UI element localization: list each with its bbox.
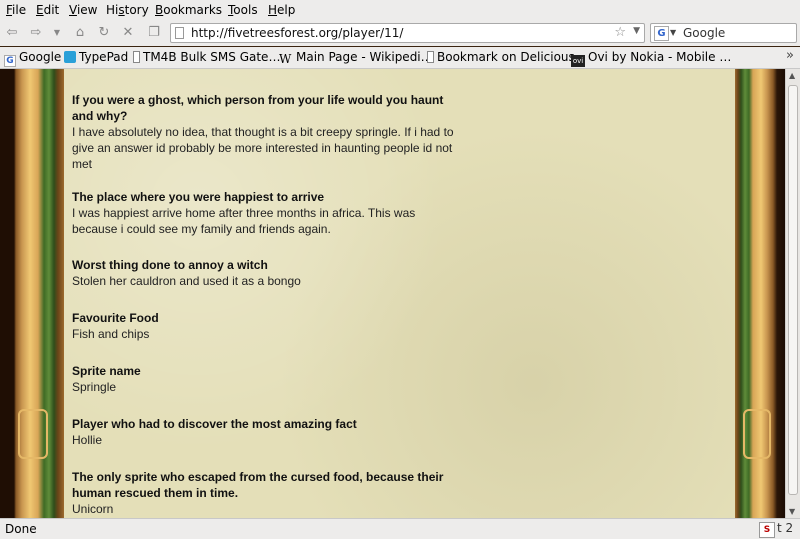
twitter-icon-badge[interactable]: t 2 (777, 521, 793, 535)
decorative-frame-right (735, 69, 785, 518)
reload-icon: ↻ (98, 25, 110, 40)
bookmark-label: Google (19, 50, 62, 64)
status-bar: Done S t 2 (0, 518, 800, 539)
google-icon[interactable]: G (654, 26, 669, 41)
forward-button[interactable]: ⇨ (28, 24, 44, 42)
stop-icon: ✕ (122, 25, 134, 40)
ornament-icon (743, 409, 771, 459)
bookmark-wikipedia[interactable]: W Main Page - Wikipedi… (279, 50, 433, 65)
status-text: Done (5, 522, 37, 536)
menu-edit[interactable]: Edit (36, 3, 59, 17)
bookmark-google[interactable]: G Google (4, 50, 61, 67)
answer-text: Hollie (72, 433, 103, 447)
question-text: Sprite name (72, 364, 141, 378)
menu-view[interactable]: View (69, 3, 97, 17)
bookmark-typepad[interactable]: TypePad (64, 50, 128, 64)
answer-text: Unicorn (72, 502, 114, 516)
chevron-down-icon[interactable]: ▼ (670, 28, 676, 37)
answer-text: I have absolutely no idea, that thought … (72, 125, 454, 171)
address-bar[interactable]: http://fivetreesforest.org/player/11/ ☆ … (170, 23, 645, 43)
menu-history[interactable]: History (106, 3, 149, 17)
star-icon[interactable]: ☆ (614, 25, 626, 40)
page-icon: ❐ (148, 25, 160, 40)
scroll-up-icon[interactable]: ▲ (789, 71, 795, 80)
scroll-down-icon[interactable]: ▼ (789, 507, 795, 516)
arrow-right-icon: ⇨ (30, 25, 42, 40)
question-text: Player who had to discover the most amaz… (72, 417, 357, 431)
wikipedia-icon: W (279, 52, 292, 66)
vertical-scrollbar[interactable]: ▲ ▼ (785, 69, 800, 518)
bookmark-ovi[interactable]: ovi Ovi by Nokia - Mobile … (571, 50, 731, 67)
qa-item: The only sprite who escaped from the cur… (72, 469, 462, 517)
stop-button[interactable]: ✕ (120, 24, 136, 42)
typepad-icon (64, 51, 76, 63)
decorative-frame-left (0, 69, 64, 518)
parchment-panel: If you were a ghost, which person from y… (64, 69, 735, 518)
back-button[interactable]: ⇦ (4, 24, 20, 42)
question-text: The place where you were happiest to arr… (72, 190, 325, 204)
home-icon: ⌂ (75, 25, 85, 40)
ornament-icon (18, 409, 48, 459)
url-text: http://fivetreesforest.org/player/11/ (191, 26, 404, 40)
addon-icon[interactable]: S (759, 522, 775, 538)
menu-tools[interactable]: Tools (228, 3, 258, 17)
google-icon: G (4, 55, 16, 67)
addon-count: 2 (785, 521, 794, 535)
answer-text: Stolen her cauldron and used it as a bon… (72, 274, 301, 288)
bookmark-icon (133, 51, 140, 63)
search-engine-placeholder: Google (683, 26, 726, 40)
bookmark-icon (427, 51, 434, 63)
question-text: Worst thing done to annoy a witch (72, 258, 268, 272)
chevron-right-icon[interactable]: » (786, 48, 794, 63)
history-dropdown-button[interactable]: ▼ (52, 24, 62, 42)
bookmark-label: Ovi by Nokia - Mobile … (588, 50, 732, 64)
question-text: The only sprite who escaped from the cur… (72, 470, 444, 500)
home-button[interactable]: ⌂ (72, 24, 88, 42)
bookmark-label: TypePad (79, 50, 129, 64)
bookmarks-toolbar: G Google TypePad TM4B Bulk SMS Gate… W Mai… (0, 47, 800, 69)
page-content: If you were a ghost, which person from y… (0, 69, 785, 518)
menu-file[interactable]: File (6, 3, 26, 17)
scroll-thumb[interactable] (788, 85, 798, 495)
question-text: If you were a ghost, which person from y… (72, 93, 444, 123)
qa-item: The place where you were happiest to arr… (72, 189, 462, 237)
question-text: Favourite Food (72, 311, 159, 325)
answer-text: Fish and chips (72, 327, 150, 341)
bookmark-tm4b[interactable]: TM4B Bulk SMS Gate… (133, 50, 280, 64)
arrow-left-icon: ⇦ (6, 25, 18, 40)
menu-help[interactable]: Help (268, 3, 295, 17)
answer-text: I was happiest arrive home after three m… (72, 206, 416, 236)
answer-text: Springle (72, 380, 117, 394)
bookmark-delicious[interactable]: Bookmark on Delicious (427, 50, 575, 64)
chevron-down-icon[interactable]: ▼ (633, 26, 640, 36)
ovi-icon: ovi (571, 55, 585, 67)
bookmark-label: Main Page - Wikipedi… (296, 50, 433, 64)
qa-item: Sprite name Springle (72, 363, 462, 395)
menu-bookmarks[interactable]: Bookmarks (155, 3, 222, 17)
bookmark-label: Bookmark on Delicious (437, 50, 575, 64)
reload-button[interactable]: ↻ (96, 24, 112, 42)
chevron-down-icon: ▼ (53, 28, 61, 37)
qa-item: Favourite Food Fish and chips (72, 310, 462, 342)
new-tab-button[interactable]: ❐ (146, 24, 162, 42)
bookmark-label: TM4B Bulk SMS Gate… (143, 50, 281, 64)
qa-item: Worst thing done to annoy a witch Stolen… (72, 257, 462, 289)
qa-item: If you were a ghost, which person from y… (72, 92, 462, 172)
page-icon (175, 27, 184, 39)
menu-bar: File Edit View History Bookmarks Tools H… (0, 0, 800, 20)
search-bar[interactable]: G ▼ Google (650, 23, 797, 43)
qa-item: Player who had to discover the most amaz… (72, 416, 462, 448)
